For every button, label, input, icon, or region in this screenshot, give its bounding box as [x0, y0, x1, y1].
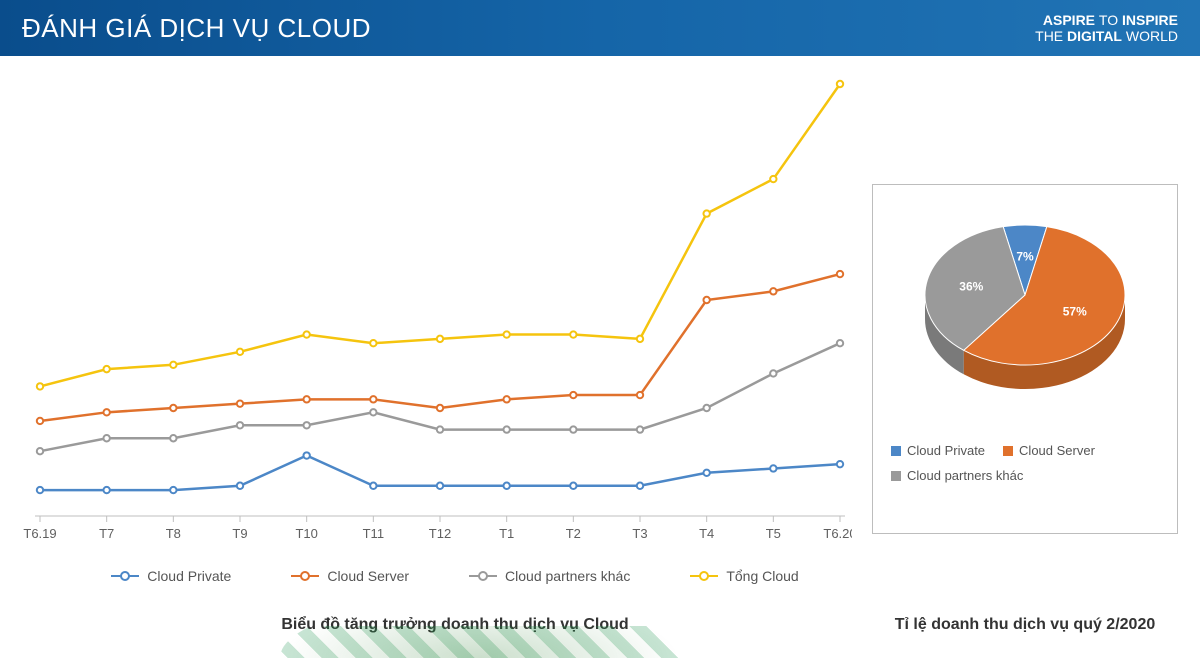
line-chart: T6.19 T7 T8 T9 T10 T11 T12 T1 T2 T3 T4 T5 T6.20 [22, 76, 852, 556]
pie-chart-panel: 7% 57% 36% Cloud Private Cloud Server Clou… [872, 184, 1178, 534]
slide-header: ĐÁNH GIÁ DỊCH VỤ CLOUD ASPIRE TO INSPIRE… [0, 0, 1200, 56]
svg-text:T12: T12 [429, 526, 451, 541]
svg-text:T6.20: T6.20 [823, 526, 852, 541]
legend-swatch-icon [690, 575, 718, 578]
tagline-text: DIGITAL [1067, 28, 1122, 44]
legend-label: Cloud Server [1019, 443, 1095, 458]
svg-text:T5: T5 [766, 526, 781, 541]
svg-text:57%: 57% [1063, 304, 1087, 318]
legend-swatch-icon [891, 471, 901, 481]
legend-label: Cloud Private [907, 443, 985, 458]
pie-chart: 7% 57% 36% [915, 213, 1135, 403]
svg-text:7%: 7% [1016, 250, 1034, 264]
legend-label: Cloud partners khác [907, 468, 1023, 483]
legend-item-tong-cloud: Tổng Cloud [690, 564, 798, 588]
svg-text:T11: T11 [363, 526, 384, 541]
legend-item-cloud-server: Cloud Server [291, 564, 409, 588]
svg-text:T2: T2 [566, 526, 581, 541]
legend-item-cloud-private: Cloud Private [111, 564, 231, 588]
legend-label: Cloud partners khác [505, 568, 630, 584]
tagline-text: WORLD [1122, 28, 1178, 44]
svg-text:T6.19: T6.19 [23, 526, 56, 541]
legend-swatch-icon [1003, 446, 1013, 456]
pie-chart-legend: Cloud Private Cloud Server Cloud partner… [883, 443, 1167, 483]
svg-text:T7: T7 [99, 526, 114, 541]
svg-text:T1: T1 [499, 526, 514, 541]
svg-text:T3: T3 [632, 526, 647, 541]
slide-title: ĐÁNH GIÁ DỊCH VỤ CLOUD [22, 13, 371, 44]
tagline-text: INSPIRE [1122, 12, 1178, 28]
svg-text:36%: 36% [959, 280, 983, 294]
line-chart-legend: Cloud Private Cloud Server Cloud partner… [60, 564, 850, 588]
legend-swatch-icon [469, 575, 497, 578]
legend-label: Cloud Private [147, 568, 231, 584]
tagline-text: TO [1099, 12, 1122, 28]
brand-tagline: ASPIRE TO INSPIRE THE DIGITAL WORLD [1035, 12, 1178, 44]
legend-swatch-icon [111, 575, 139, 578]
pie-legend-item-partners: Cloud partners khác [891, 468, 1023, 483]
tagline-text: ASPIRE [1043, 12, 1099, 28]
pie-legend-item-private: Cloud Private [891, 443, 985, 458]
slide-body: T6.19 T7 T8 T9 T10 T11 T12 T1 T2 T3 T4 T5 T6.20 Clou… [0, 56, 1200, 658]
svg-text:T4: T4 [699, 526, 714, 541]
svg-text:T9: T9 [232, 526, 247, 541]
legend-swatch-icon [891, 446, 901, 456]
legend-label: Cloud Server [327, 568, 409, 584]
legend-swatch-icon [291, 575, 319, 578]
svg-text:T8: T8 [166, 526, 181, 541]
legend-label: Tổng Cloud [726, 568, 798, 584]
pie-legend-item-server: Cloud Server [1003, 443, 1095, 458]
tagline-text: THE [1035, 28, 1067, 44]
legend-item-cloud-partners: Cloud partners khác [469, 564, 630, 588]
svg-text:T10: T10 [295, 526, 317, 541]
decorative-footer-graphic [0, 626, 1200, 658]
